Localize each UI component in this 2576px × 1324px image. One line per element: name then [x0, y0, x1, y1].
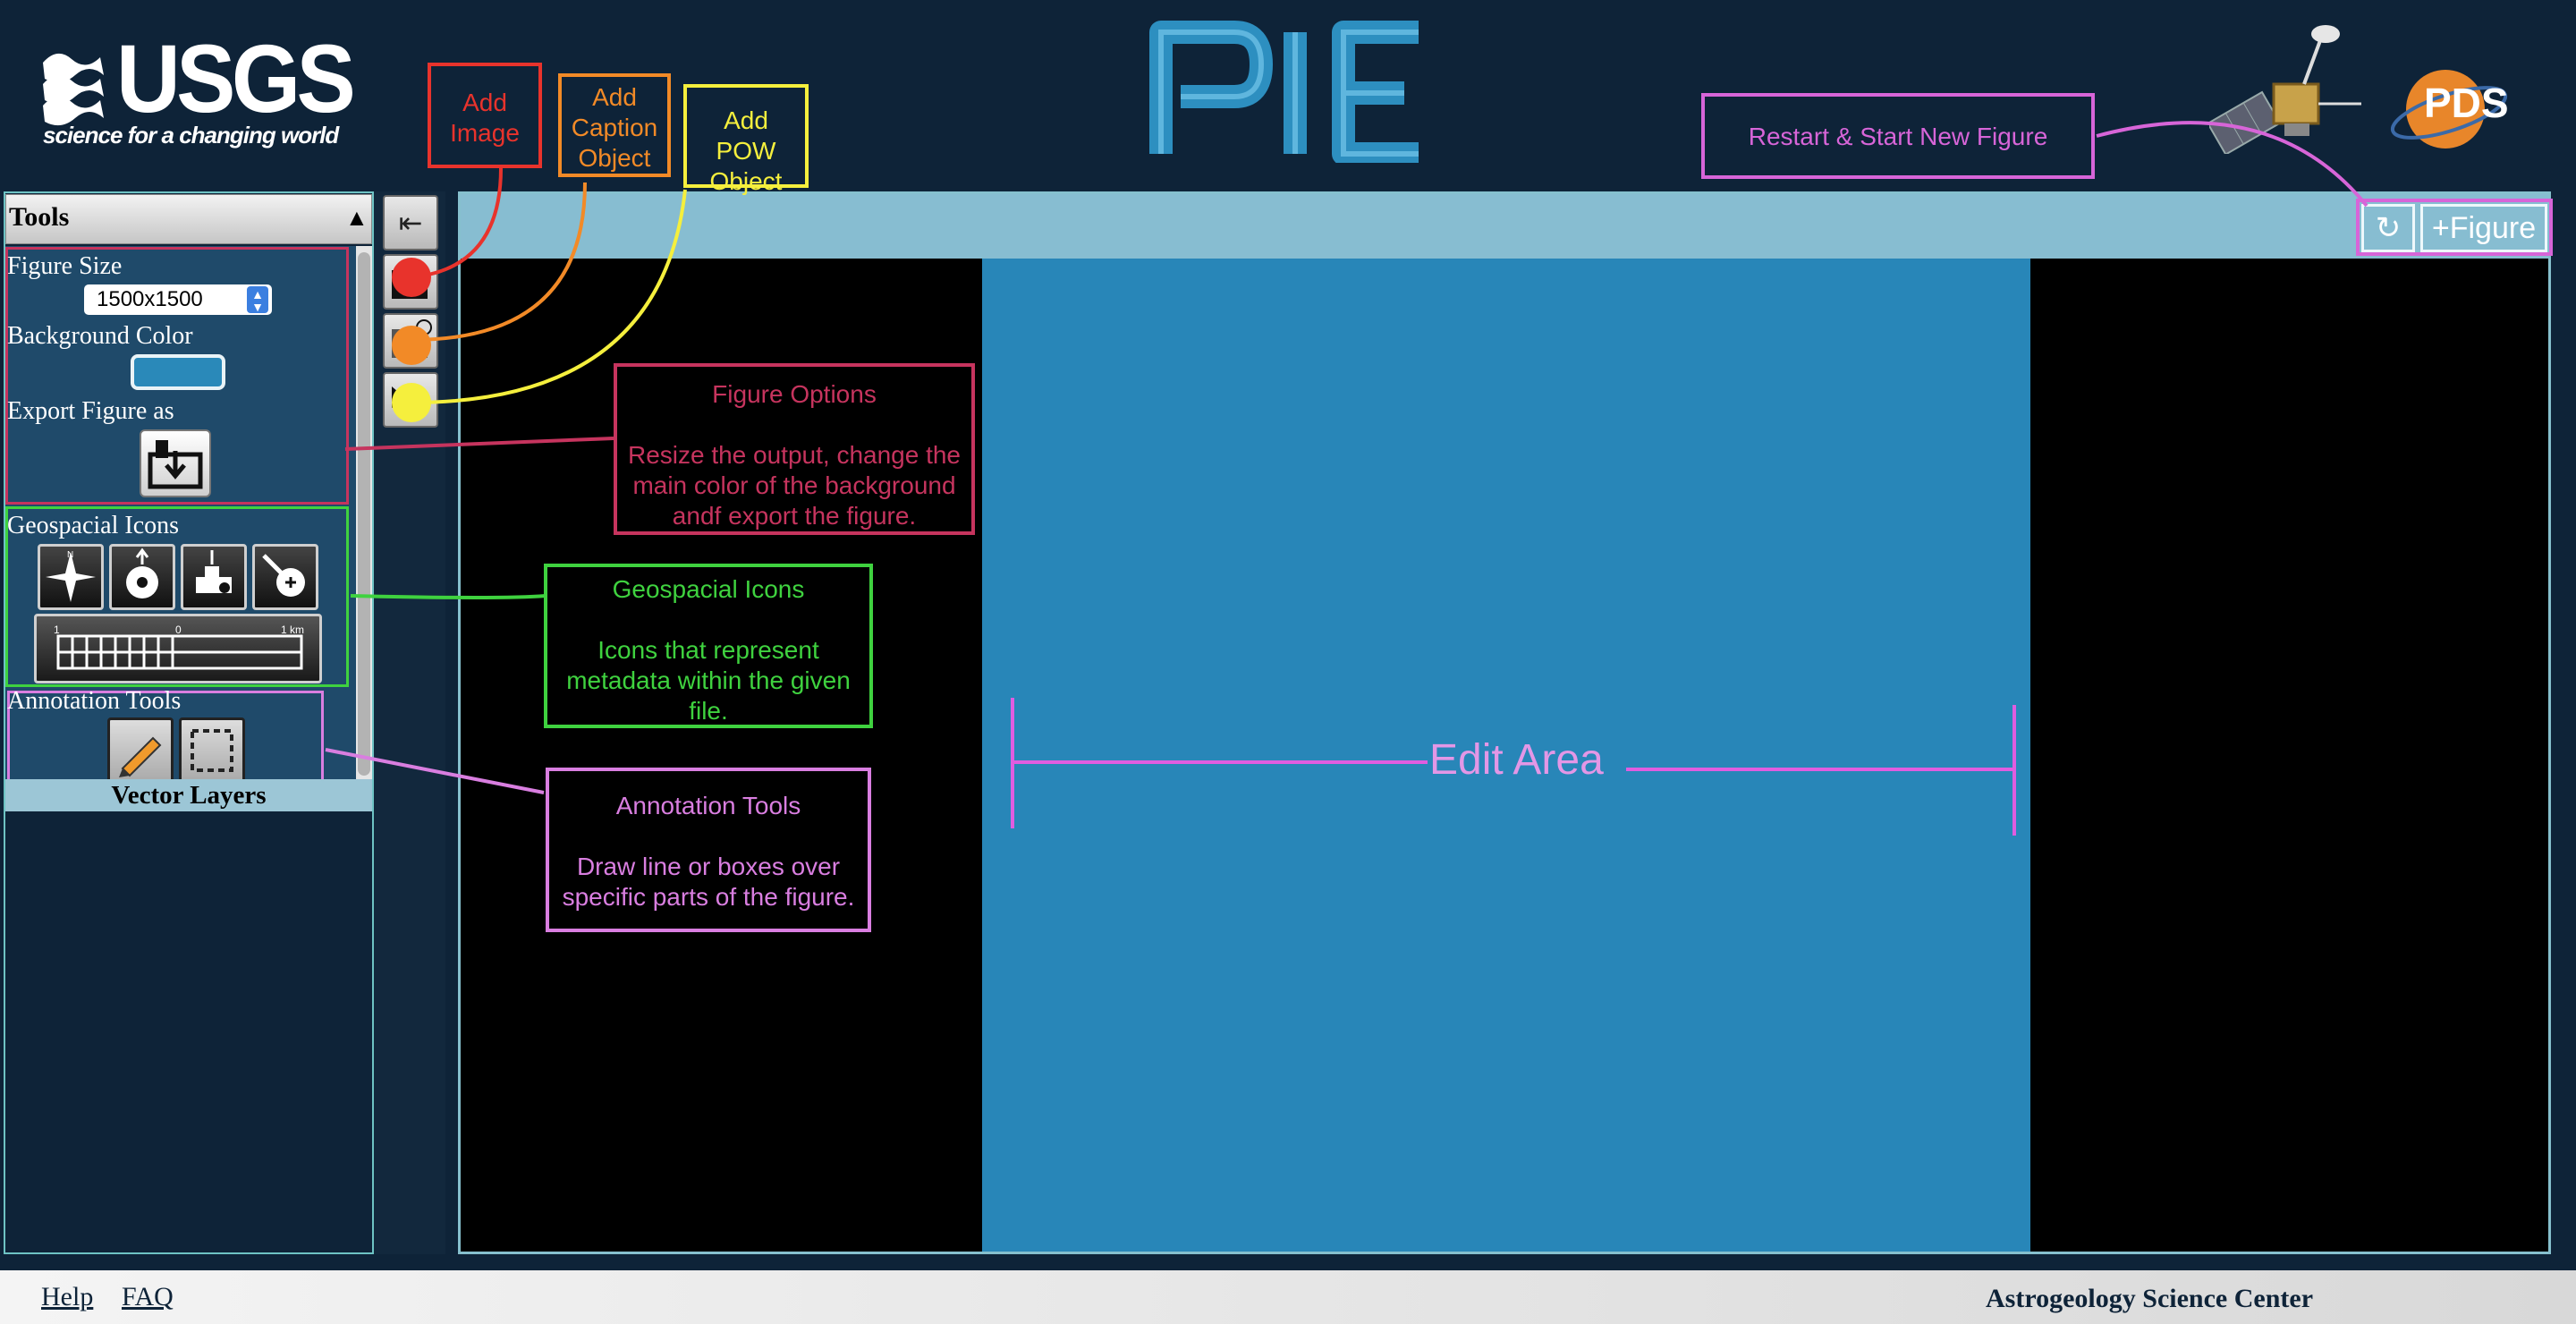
figure-buttons-outline — [2356, 199, 2553, 256]
callout-connectors — [325, 121, 2368, 794]
faq-link[interactable]: FAQ — [122, 1281, 174, 1313]
astrogeology-credit: Astrogeology Science Center — [1986, 1284, 2314, 1313]
callout-annotation-title: Annotation Tools — [615, 792, 801, 819]
callout-annotation: Annotation Tools Draw line or boxes over… — [546, 768, 871, 932]
callout-add-image: Add Image — [428, 63, 542, 168]
callout-add-pow: Add POW Object — [683, 84, 809, 195]
help-link[interactable]: Help — [41, 1281, 93, 1313]
callout-figure-options-body: Resize the output, change the main color… — [627, 441, 962, 530]
callout-geospacial-title: Geospacial Icons — [612, 575, 805, 603]
callout-figure-options: Figure Options Resize the output, change… — [614, 363, 975, 535]
callout-geospacial: Geospacial Icons Icons that represent me… — [544, 564, 873, 728]
callout-restart: Restart & Start New Figure — [1701, 93, 2095, 179]
callout-figure-options-title: Figure Options — [712, 380, 877, 408]
callout-annotation-body: Draw line or boxes over specific parts o… — [562, 853, 855, 911]
callout-geospacial-body: Icons that represent metadata within the… — [566, 636, 851, 725]
callout-add-caption: Add Caption Object — [558, 73, 671, 177]
